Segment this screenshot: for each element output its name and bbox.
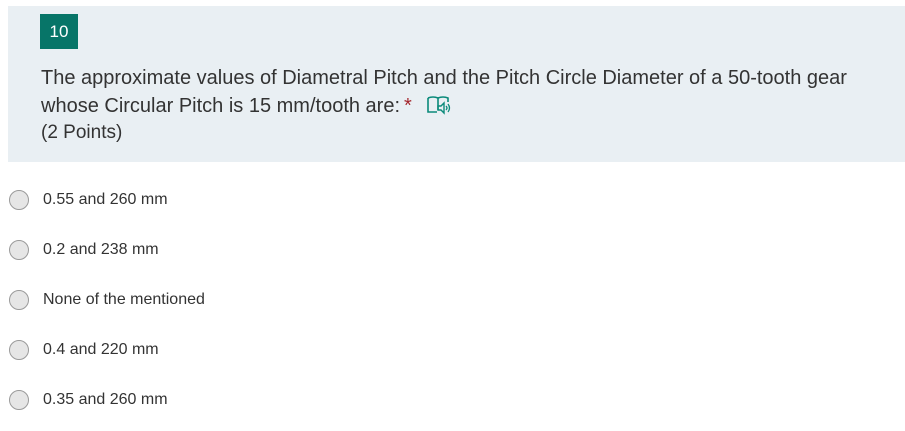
option-4[interactable]: 0.4 and 220 mm — [9, 336, 159, 364]
question-number-badge: 10 — [40, 14, 78, 49]
radio-button[interactable] — [9, 240, 29, 260]
option-1[interactable]: 0.55 and 260 mm — [9, 186, 168, 214]
required-marker: * — [404, 95, 412, 117]
option-label: 0.55 and 260 mm — [43, 191, 168, 208]
immersive-reader-icon[interactable] — [426, 94, 452, 116]
radio-button[interactable] — [9, 190, 29, 210]
question-text-block: The approximate values of Diametral Pitc… — [41, 64, 901, 120]
option-label: 0.4 and 220 mm — [43, 341, 159, 358]
question-points: (2 Points) — [41, 122, 123, 143]
radio-button[interactable] — [9, 290, 29, 310]
radio-button[interactable] — [9, 390, 29, 410]
option-label: None of the mentioned — [43, 291, 205, 308]
option-label: 0.2 and 238 mm — [43, 241, 159, 258]
option-3[interactable]: None of the mentioned — [9, 286, 205, 314]
option-label: 0.35 and 260 mm — [43, 391, 168, 408]
radio-button[interactable] — [9, 340, 29, 360]
option-2[interactable]: 0.2 and 238 mm — [9, 236, 159, 264]
form-page: 10 The approximate values of Diametral P… — [0, 0, 905, 431]
option-5[interactable]: 0.35 and 260 mm — [9, 386, 168, 414]
question-card: 10 The approximate values of Diametral P… — [8, 6, 905, 162]
